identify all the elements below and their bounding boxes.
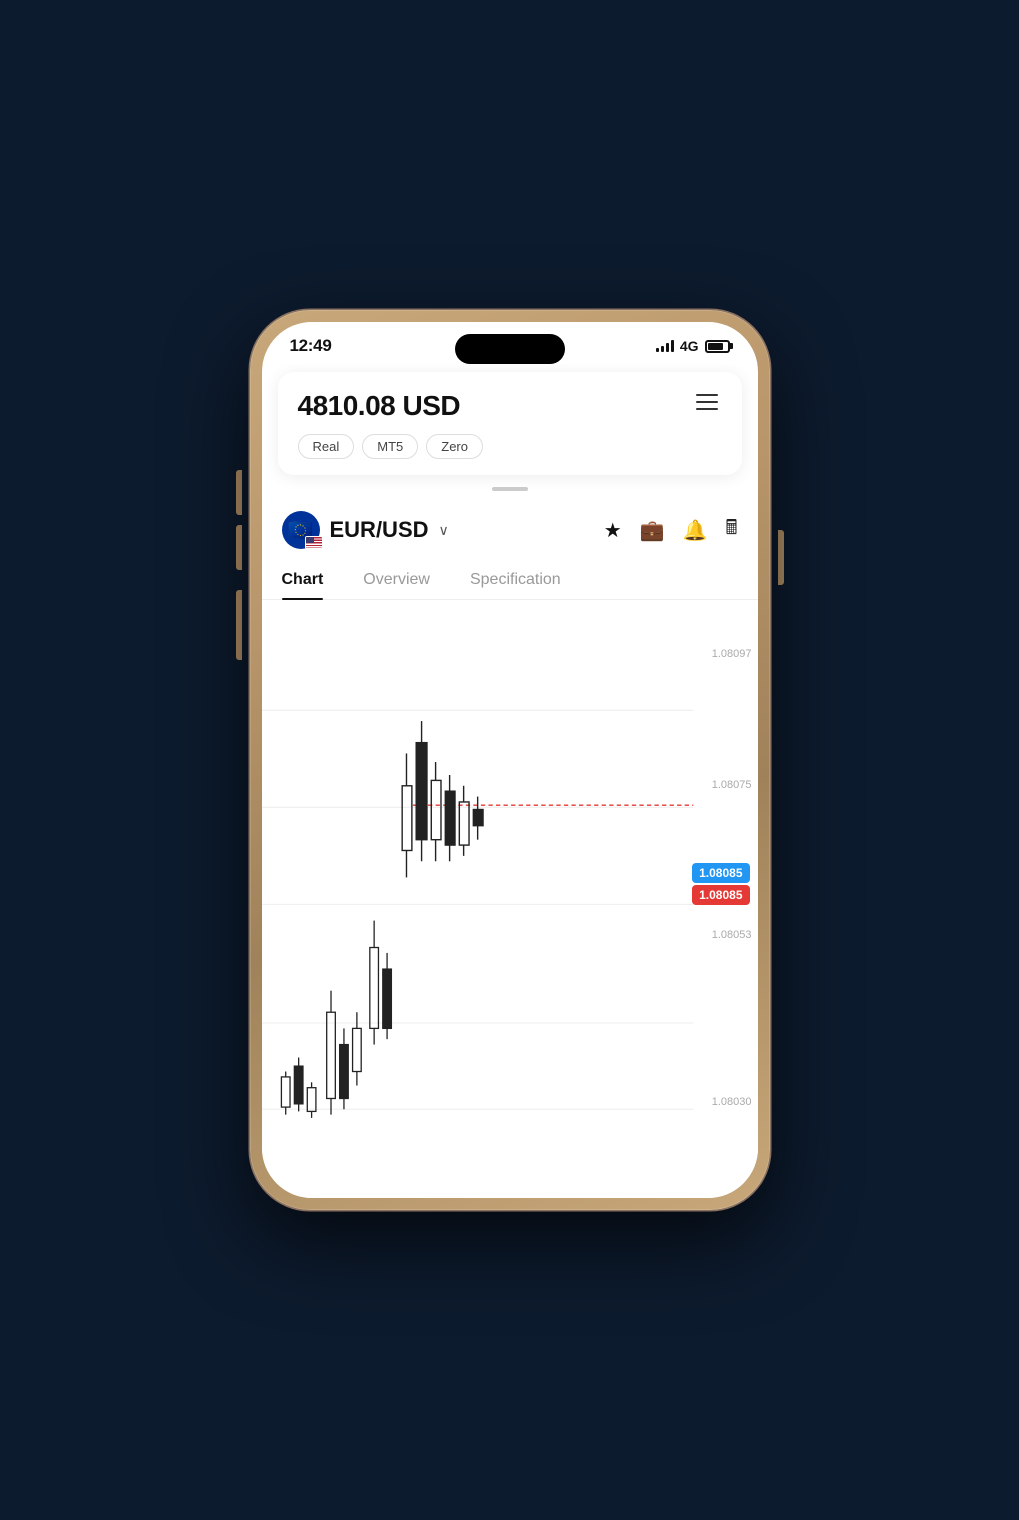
candlestick-chart bbox=[262, 600, 758, 1198]
chart-area: 1.08097 1.08075 1.08053 1.08030 1.08085 … bbox=[262, 600, 758, 1198]
signal-bar-4 bbox=[671, 340, 674, 352]
battery-fill bbox=[708, 343, 723, 350]
pair-left: 🇪🇺 EUR/USD ∨ bbox=[282, 511, 449, 549]
power-button[interactable] bbox=[236, 590, 242, 660]
menu-button[interactable] bbox=[692, 390, 722, 414]
tag-mt5[interactable]: MT5 bbox=[362, 434, 418, 459]
status-time: 12:49 bbox=[290, 336, 332, 356]
phone-wrapper: 12:49 4G 4810.08 USD bbox=[250, 310, 770, 1210]
side-button-right[interactable] bbox=[778, 530, 784, 585]
dynamic-island bbox=[455, 334, 565, 364]
calculator-icon[interactable]: 🖩 bbox=[726, 513, 738, 547]
signal-bar-3 bbox=[666, 343, 669, 352]
phone-screen: 12:49 4G 4810.08 USD bbox=[262, 322, 758, 1198]
account-card: 4810.08 USD Real MT5 Zero bbox=[278, 372, 742, 475]
pair-header: 🇪🇺 EUR/USD ∨ ★ 💼 🔔 bbox=[262, 499, 758, 557]
signal-bar-2 bbox=[661, 346, 664, 352]
pair-dropdown-icon[interactable]: ∨ bbox=[439, 522, 449, 539]
phone-frame: 12:49 4G 4810.08 USD bbox=[250, 310, 770, 1210]
account-balance: 4810.08 USD bbox=[298, 390, 461, 422]
alert-icon[interactable]: 🔔 bbox=[683, 518, 708, 543]
volume-up-button[interactable] bbox=[236, 470, 242, 515]
hamburger-line-1 bbox=[696, 394, 718, 396]
signal-bar-1 bbox=[656, 348, 659, 352]
battery-icon bbox=[705, 340, 730, 353]
tag-zero[interactable]: Zero bbox=[426, 434, 483, 459]
hamburger-line-3 bbox=[696, 408, 718, 410]
hamburger-line-2 bbox=[696, 401, 718, 403]
tab-specification[interactable]: Specification bbox=[470, 561, 561, 599]
usd-flag-canton bbox=[306, 537, 314, 543]
account-header: 4810.08 USD bbox=[298, 390, 722, 422]
price-badges: 1.08085 1.08085 bbox=[692, 863, 749, 905]
bid-price-badge: 1.08085 bbox=[692, 885, 749, 905]
usd-flag-overlay bbox=[305, 536, 323, 549]
tabs-bar: Chart Overview Specification bbox=[262, 561, 758, 600]
ask-price-badge: 1.08085 bbox=[692, 863, 749, 883]
tag-real[interactable]: Real bbox=[298, 434, 355, 459]
tab-chart[interactable]: Chart bbox=[282, 561, 324, 599]
pair-action-icons: ★ 💼 🔔 🖩 bbox=[604, 513, 738, 547]
currency-flag: 🇪🇺 bbox=[282, 511, 320, 549]
volume-down-button[interactable] bbox=[236, 525, 242, 570]
network-type: 4G bbox=[680, 338, 699, 354]
account-tags: Real MT5 Zero bbox=[298, 434, 722, 459]
pair-name: EUR/USD bbox=[330, 517, 429, 543]
pull-handle[interactable] bbox=[492, 487, 528, 491]
favorite-icon[interactable]: ★ bbox=[604, 518, 622, 543]
status-right: 4G bbox=[656, 338, 730, 354]
briefcase-icon[interactable]: 💼 bbox=[640, 518, 665, 543]
signal-icon bbox=[656, 340, 674, 352]
tab-overview[interactable]: Overview bbox=[363, 561, 430, 599]
pair-name-container: EUR/USD ∨ bbox=[330, 517, 449, 543]
